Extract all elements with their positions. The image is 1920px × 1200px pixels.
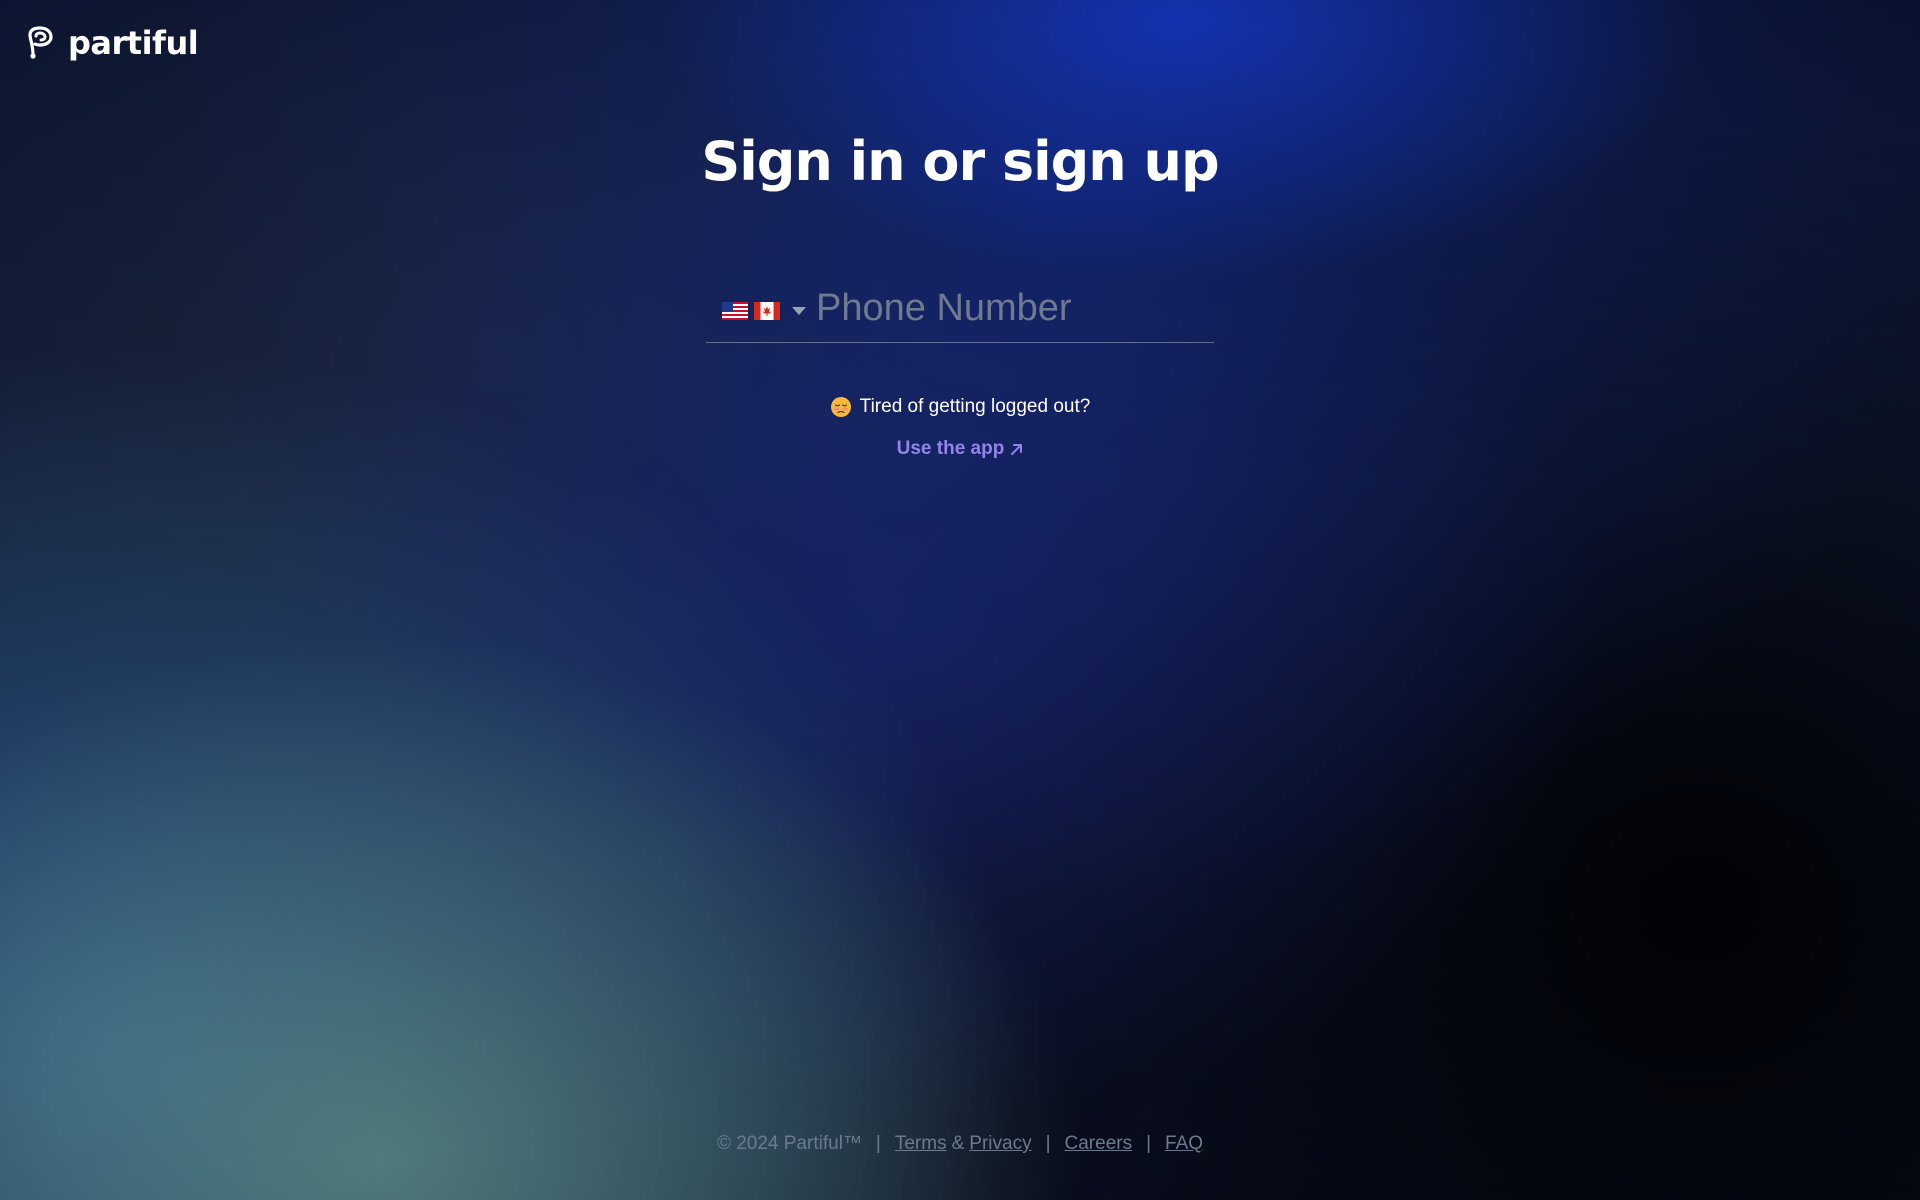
country-code-selector[interactable] — [706, 280, 806, 342]
use-app-row: Use the app — [0, 438, 1920, 460]
terms-link[interactable]: Terms — [895, 1133, 947, 1155]
privacy-link[interactable]: Privacy — [969, 1133, 1031, 1155]
footer-separator: | — [1146, 1133, 1152, 1154]
logout-hint-text: Tired of getting logged out? — [859, 396, 1091, 417]
footer-ampersand: & — [951, 1133, 965, 1154]
footer-separator: | — [875, 1133, 881, 1154]
copyright-text: © 2024 Partiful™ — [716, 1133, 862, 1154]
use-the-app-label: Use the app — [896, 438, 1005, 459]
canada-flag-icon — [754, 302, 780, 320]
partiful-logo-icon — [28, 26, 53, 59]
phone-number-input[interactable] — [806, 277, 1309, 345]
partiful-logo[interactable]: partiful — [24, 24, 199, 62]
use-the-app-link[interactable]: Use the app — [897, 438, 1024, 460]
careers-link[interactable]: Careers — [1065, 1133, 1133, 1155]
arrow-up-right-icon — [1011, 443, 1023, 455]
footer-separator: | — [1045, 1133, 1051, 1154]
chevron-down-icon — [792, 307, 806, 315]
logo-wordmark: partiful — [68, 24, 199, 62]
faq-link[interactable]: FAQ — [1165, 1133, 1203, 1155]
footer: © 2024 Partiful™ | Terms & Privacy | Car… — [0, 1133, 1920, 1155]
phone-field-row — [706, 277, 1309, 345]
us-flag-icon — [722, 302, 748, 320]
sad-face-icon — [830, 397, 851, 417]
page-title: Sign in or sign up — [701, 130, 1219, 193]
logout-hint: Tired of getting logged out? — [0, 396, 1920, 418]
